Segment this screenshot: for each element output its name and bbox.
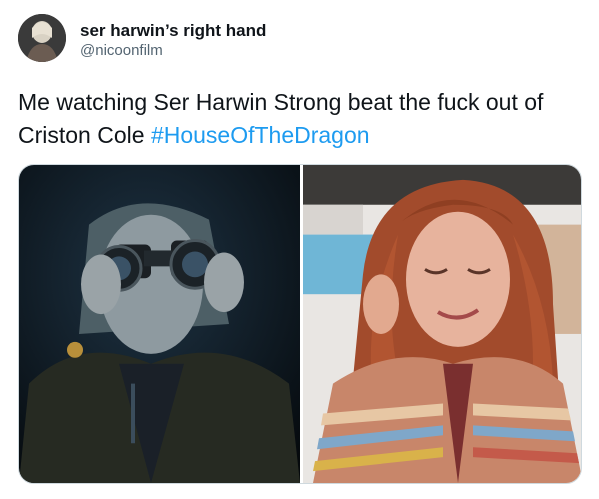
avatar-image <box>18 14 66 62</box>
media-image-binoculars[interactable] <box>19 165 300 483</box>
binoculars-photo <box>19 165 300 483</box>
tweet-media <box>18 164 582 484</box>
avatar[interactable] <box>18 14 66 62</box>
tweet-text: Me watching Ser Harwin Strong beat the f… <box>18 86 584 152</box>
smiling-woman-photo <box>303 165 581 483</box>
hashtag-link[interactable]: #HouseOfTheDragon <box>151 122 370 148</box>
display-name[interactable]: ser harwin’s right hand <box>80 21 266 41</box>
user-handle[interactable]: @nicoonfilm <box>80 42 163 59</box>
media-image-smiling-woman[interactable] <box>303 165 581 483</box>
